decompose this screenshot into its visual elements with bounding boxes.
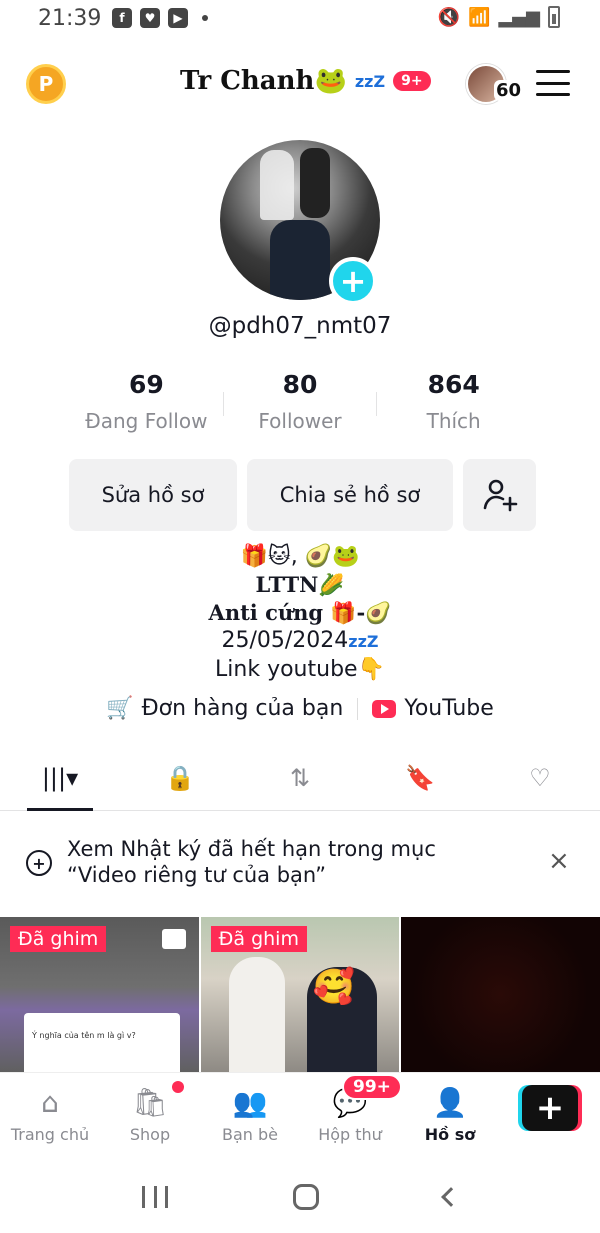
heart-app-icon: ♥: [140, 8, 160, 28]
content-tabs: |||▾ 🔒 ⇅ 🔖 ♡: [0, 745, 600, 811]
menu-icon[interactable]: [536, 70, 570, 96]
bio-line: Link youtube👇: [215, 657, 385, 682]
notice-text: Xem Nhật ký đã hết hạn trong mục “Video …: [67, 837, 436, 887]
display-name: Tr Chanh🐸: [180, 66, 347, 96]
nav-profile[interactable]: 👤 Hồ sơ: [400, 1073, 500, 1160]
bio-line: 🎁🐱, 🥑🐸: [240, 544, 360, 569]
system-navigation: [0, 1160, 600, 1233]
shop-notification-dot: [172, 1081, 184, 1093]
more-notifications-dot: [202, 15, 208, 21]
stat-value: 69: [128, 370, 164, 399]
tab-private[interactable]: 🔒: [120, 745, 240, 810]
edit-profile-button[interactable]: Sửa hồ sơ: [69, 459, 237, 531]
profile-title: Tr Chanh🐸 zzZ 9+: [180, 66, 431, 96]
add-friend-button[interactable]: [463, 459, 536, 531]
pinned-badge: Đã ghim: [210, 926, 307, 952]
home-button-icon[interactable]: [292, 1183, 319, 1210]
person-figure: [228, 957, 285, 1072]
wifi-icon: 📶: [468, 6, 491, 28]
mute-icon: 🔇: [437, 6, 461, 28]
add-person-icon: [483, 479, 517, 512]
saved-icon: 🔖: [405, 763, 435, 792]
youtube-link[interactable]: YouTube: [372, 696, 494, 721]
battery-icon: [548, 6, 560, 28]
stat-label: Follower: [258, 409, 342, 433]
tab-videos[interactable]: |||▾: [0, 745, 120, 811]
share-profile-button[interactable]: Chia sẻ hồ sơ: [247, 459, 453, 531]
bottom-navigation: ⌂ Trang chủ 🛍 Shop 👥 Bạn bè 💬 Hộp thư 👤 …: [0, 1072, 600, 1160]
status-icons-right: 🔇 📶 ▂▄▆: [438, 6, 560, 28]
shop-icon: 🛍: [132, 1086, 168, 1119]
add-circle-icon: +: [26, 850, 52, 876]
nav-label: Trang chủ: [10, 1125, 90, 1144]
profile-icon: 👤: [432, 1086, 468, 1119]
expired-stories-notice[interactable]: + Xem Nhật ký đã hết hạn trong mục “Vide…: [0, 826, 600, 906]
bio-line: LTTN🌽: [255, 572, 345, 597]
liked-icon: ♡: [529, 763, 551, 792]
nav-friends[interactable]: 👥 Bạn bè: [200, 1073, 300, 1160]
close-icon[interactable]: ×: [548, 846, 570, 876]
nav-label: Hồ sơ: [424, 1125, 476, 1144]
stat-following[interactable]: 69 Đang Follow: [70, 370, 223, 433]
cart-icon: 🛒: [106, 696, 134, 721]
tab-liked[interactable]: ♡: [480, 745, 600, 810]
facebook-icon: f: [112, 8, 132, 28]
stat-likes[interactable]: 864 Thích: [377, 370, 530, 433]
add-story-button[interactable]: +: [329, 257, 377, 305]
coin-icon[interactable]: P: [26, 64, 66, 104]
grid-icon: |||▾: [41, 763, 79, 792]
create-button[interactable]: +: [522, 1085, 578, 1131]
stat-followers[interactable]: 80 Follower: [224, 370, 377, 433]
video-thumbnail[interactable]: [401, 917, 600, 1072]
tab-reposts[interactable]: ⇅: [240, 745, 360, 810]
status-icons-left: f ♥ ▶: [112, 8, 208, 28]
profile-links: 🛒 Đơn hàng của bạn YouTube: [0, 696, 600, 721]
tab-saved[interactable]: 🔖: [360, 745, 480, 810]
stat-value: 80: [282, 370, 318, 399]
nav-home[interactable]: ⌂ Trang chủ: [0, 1073, 100, 1160]
status-bar: 21:39 f ♥ ▶ 🔇 📶 ▂▄▆: [0, 0, 600, 40]
divider: [357, 697, 359, 720]
stat-label: Thích: [426, 409, 481, 433]
orders-link[interactable]: 🛒 Đơn hàng của bạn: [106, 696, 343, 721]
video-thumbnail[interactable]: Đã ghim Ý nghĩa của tên m là gì v?: [0, 917, 199, 1072]
status-time: 21:39: [38, 6, 102, 31]
inbox-badge: 99+: [342, 1074, 402, 1100]
recent-apps-icon[interactable]: [142, 1185, 169, 1208]
story-count: 60: [494, 80, 524, 101]
profile-stats: 69 Đang Follow 80 Follower 864 Thích: [70, 370, 530, 433]
lock-icon: 🔒: [165, 763, 195, 792]
nav-shop[interactable]: 🛍 Shop: [100, 1073, 200, 1160]
stat-value: 864: [427, 370, 480, 399]
friends-icon: 👥: [232, 1086, 268, 1119]
youtube-label: YouTube: [404, 696, 494, 721]
stat-label: Đang Follow: [85, 409, 208, 433]
bio: 🎁🐱, 🥑🐸 LTTN🌽 Anti cứng 🎁-🥑 25/05/2024zzZ…: [0, 543, 600, 684]
pinned-badge: Đã ghim: [10, 926, 107, 952]
sleep-icon: zzZ: [354, 71, 386, 91]
image-icon: [162, 929, 186, 949]
repost-icon: ⇅: [289, 763, 311, 792]
nav-label: Hộp thư: [318, 1125, 382, 1144]
sleep-icon: zzZ: [348, 632, 379, 651]
youtube-icon: [372, 699, 397, 718]
profile-actions: Sửa hồ sơ Chia sẻ hồ sơ: [69, 459, 536, 531]
video-app-icon: ▶: [168, 8, 188, 28]
bio-line: 25/05/2024zzZ: [0, 627, 600, 656]
video-thumbnail[interactable]: Đã ghim 🥰: [200, 917, 400, 1072]
bio-date: 25/05/2024: [221, 628, 349, 653]
notification-badge[interactable]: 9+: [393, 71, 431, 91]
face-sticker: 🥰: [312, 967, 356, 1007]
signal-icon: ▂▄▆: [498, 6, 540, 28]
username: @pdh07_nmt07: [208, 313, 392, 339]
home-icon: ⌂: [41, 1086, 59, 1119]
video-grid: Đã ghim Ý nghĩa của tên m là gì v? Đã gh…: [0, 917, 600, 1072]
top-bar: P Tr Chanh🐸 zzZ 9+ 60: [0, 56, 600, 112]
bio-line: Anti cứng 🎁-🥑: [208, 600, 392, 625]
chat-screenshot: Ý nghĩa của tên m là gì v?: [24, 1013, 180, 1072]
nav-label: Bạn bè: [221, 1125, 278, 1144]
nav-label: Shop: [129, 1125, 171, 1144]
back-icon[interactable]: [440, 1186, 461, 1207]
orders-label: Đơn hàng của bạn: [141, 696, 344, 721]
